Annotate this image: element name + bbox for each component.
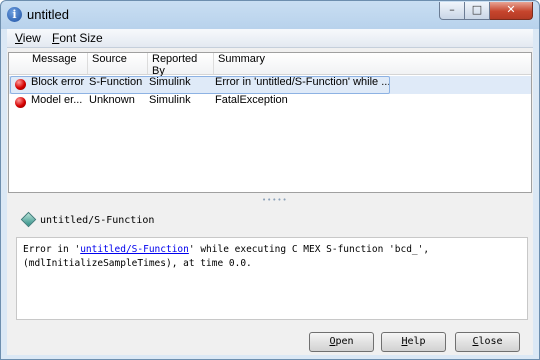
- error-icon: [15, 79, 26, 90]
- maximize-icon: □: [471, 3, 483, 16]
- dialog-body: View Font Size Message Source Reported B…: [7, 29, 533, 355]
- cell-message: Block error: [31, 76, 85, 88]
- cell-message: Model er...: [31, 94, 83, 106]
- detail-text-after: ' while executing C MEX S-function 'bcd_…: [188, 244, 430, 255]
- table-header: Message Source Reported By Summary: [9, 53, 531, 77]
- menu-font-size[interactable]: Font Size: [52, 31, 103, 45]
- close-window-button[interactable]: ✕: [490, 2, 533, 20]
- column-header-summary[interactable]: Summary: [214, 53, 531, 74]
- cell-reported-by: Simulink: [149, 94, 191, 106]
- splitter-handle[interactable]: •••••: [7, 193, 533, 204]
- title-bar[interactable]: i untitled – □ ✕: [1, 1, 539, 29]
- close-icon: ✕: [506, 3, 516, 16]
- info-icon: i: [7, 7, 22, 22]
- minimize-button[interactable]: –: [439, 2, 465, 20]
- error-detail-line-1: Error in 'untitled/S-Function' while exe…: [23, 243, 521, 257]
- block-path: untitled/S-Function: [20, 211, 155, 228]
- block-path-text: untitled/S-Function: [40, 215, 155, 226]
- window: i untitled – □ ✕ View Font Size Message …: [0, 0, 540, 360]
- cell-reported-by: Simulink: [149, 76, 191, 88]
- menu-view-mnemonic: V: [15, 31, 23, 45]
- close-label: lose: [478, 336, 503, 347]
- detail-text-before: Error in ': [23, 244, 81, 255]
- menu-view-label: iew: [22, 31, 41, 45]
- close-button[interactable]: Close: [455, 332, 520, 352]
- window-controls: – □ ✕: [439, 2, 533, 20]
- minimize-icon: –: [449, 3, 455, 16]
- column-header-source[interactable]: Source: [88, 53, 148, 74]
- cell-summary: Error in 'untitled/S-Function' while ...: [215, 76, 389, 88]
- menu-bar: View Font Size: [7, 29, 533, 48]
- error-icon: [15, 97, 26, 108]
- open-label: pen: [335, 336, 354, 347]
- error-detail-line-2: (mdlInitializeSampleTimes), at time 0.0.: [23, 258, 252, 269]
- column-header-reported-by[interactable]: Reported By: [148, 53, 214, 77]
- help-label: elp: [407, 336, 426, 347]
- block-diamond-icon: [20, 211, 37, 228]
- cell-summary: FatalException: [215, 94, 288, 106]
- grip-icon: •••••: [262, 196, 288, 204]
- cell-source: S-Function: [89, 76, 143, 88]
- error-detail-panel: Error in 'untitled/S-Function' while exe…: [16, 237, 528, 320]
- menu-font-size-label: ont Size: [59, 31, 103, 45]
- message-table[interactable]: Message Source Reported By Summary Block…: [8, 52, 532, 193]
- window-title: untitled: [27, 7, 69, 22]
- column-header-message[interactable]: Message: [28, 53, 88, 74]
- table-row[interactable]: Block error S-Function Simulink Error in…: [9, 76, 531, 94]
- maximize-button[interactable]: □: [465, 2, 490, 20]
- open-button[interactable]: Open: [309, 332, 374, 352]
- menu-view[interactable]: View: [15, 31, 41, 45]
- block-link[interactable]: untitled/S-Function: [80, 244, 189, 255]
- table-row[interactable]: Model er... Unknown Simulink FatalExcept…: [9, 94, 531, 112]
- cell-source: Unknown: [89, 94, 135, 106]
- help-button[interactable]: Help: [381, 332, 446, 352]
